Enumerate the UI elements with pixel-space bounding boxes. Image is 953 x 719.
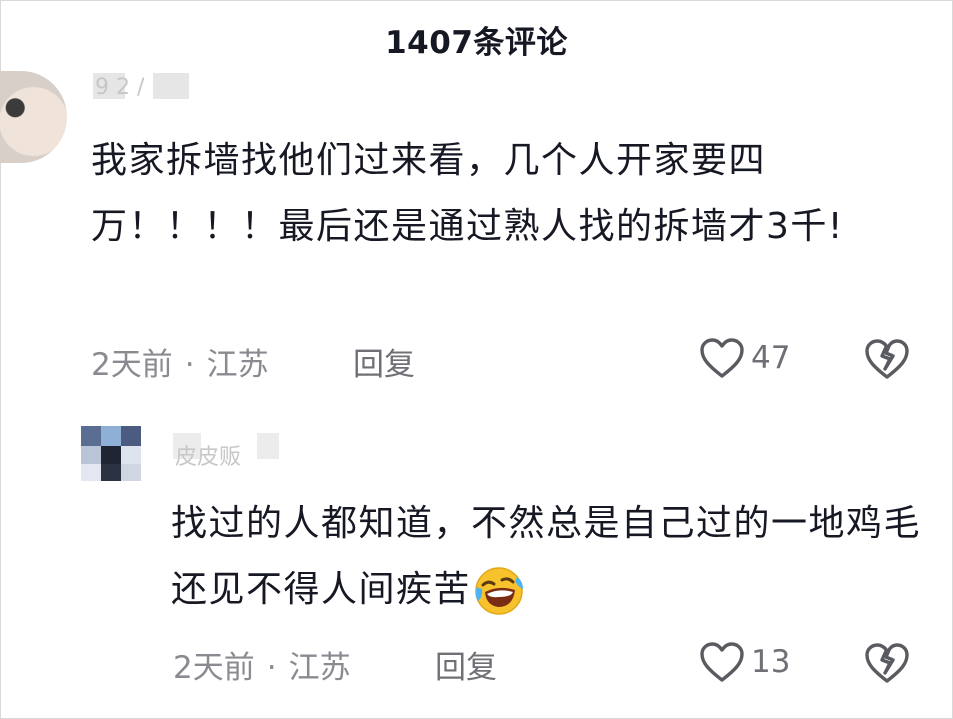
reply-text: 找过的人都知道，不然总是自己过的一地鸡毛还见不得人间疾苦 xyxy=(171,491,931,623)
like-count: 47 xyxy=(751,340,791,376)
reply-avatar[interactable] xyxy=(81,426,141,481)
reply-like-count: 13 xyxy=(751,644,791,680)
avatar[interactable] xyxy=(0,71,67,163)
comments-panel: 1407条评论 9 2 / 我家拆墙找他们过来看，几个人开家要四万！！！！最后还… xyxy=(0,0,953,719)
reply-button[interactable]: 回复 xyxy=(353,339,415,384)
comment-meta: 2天前 · 江苏 xyxy=(91,347,269,383)
broken-heart-icon[interactable] xyxy=(863,337,911,381)
reply-location: 江苏 xyxy=(288,650,351,686)
broken-heart-icon[interactable] xyxy=(863,641,911,685)
comment-count-title: 1407条评论 xyxy=(385,25,568,61)
like-button[interactable]: 47 xyxy=(699,337,790,379)
reply-text-body: 找过的人都知道，不然总是自己过的一地鸡毛还见不得人间疾苦 xyxy=(171,503,922,610)
comment-text: 我家拆墙找他们过来看，几个人开家要四万！！！！最后还是通过熟人找的拆墙才3千! xyxy=(91,140,844,247)
username[interactable]: 9 2 / xyxy=(93,73,193,100)
heart-icon xyxy=(700,338,744,378)
reply-time: 2天前 xyxy=(173,650,255,686)
reply-reply-button[interactable]: 回复 xyxy=(435,642,497,687)
reply-meta: 2天前 · 江苏 xyxy=(173,650,351,686)
comment-time: 2天前 xyxy=(91,347,173,383)
reply-like-button[interactable]: 13 xyxy=(699,641,790,683)
laughing-crying-emoji-icon xyxy=(475,567,524,615)
comment-location: 江苏 xyxy=(206,347,269,383)
reply-username[interactable]: 皮皮贩 xyxy=(173,433,283,470)
heart-icon xyxy=(700,642,744,682)
